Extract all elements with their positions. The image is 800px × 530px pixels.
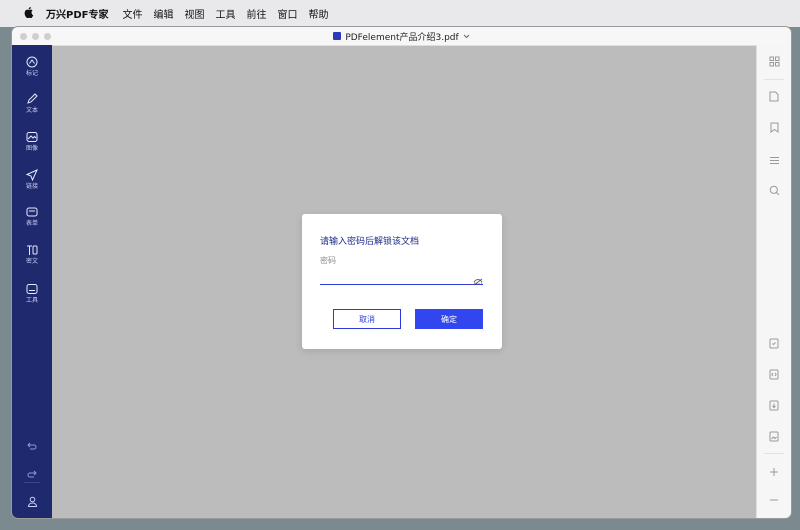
plus-icon: [769, 462, 779, 481]
confirm-button[interactable]: 确定: [415, 309, 483, 329]
tool-redact-label: 密文: [25, 258, 38, 265]
tool-form-label: 表单: [25, 220, 38, 227]
chevron-down-icon: [463, 32, 470, 41]
minus-icon: [769, 490, 779, 509]
menu-help[interactable]: 帮助: [308, 6, 328, 21]
system-menubar: 万兴PDF专家 文件 编辑 视图 工具 前往 窗口 帮助: [0, 0, 800, 27]
attachment-button[interactable]: [766, 397, 782, 413]
tool-markup-label: 标记: [25, 70, 38, 77]
outline-button[interactable]: [766, 151, 782, 167]
tool-image[interactable]: 图像: [12, 128, 52, 152]
apple-icon[interactable]: [24, 6, 40, 21]
menu-file[interactable]: 文件: [122, 6, 142, 21]
properties-icon: [769, 334, 779, 353]
redact-icon: [12, 241, 52, 255]
tool-link-label: 链接: [25, 183, 38, 190]
attachment-icon: [769, 396, 779, 415]
tool-form[interactable]: 表单: [12, 203, 52, 227]
bookmark-icon: [770, 118, 779, 137]
page-button[interactable]: [766, 88, 782, 104]
form-icon: [12, 203, 52, 217]
menu-window[interactable]: 窗口: [277, 6, 297, 21]
menu-tools[interactable]: 工具: [215, 6, 235, 21]
code-icon: [769, 365, 779, 384]
image-icon: [12, 128, 52, 142]
menu-go[interactable]: 前往: [246, 6, 266, 21]
user-icon: [27, 492, 38, 511]
sidebar-divider: [24, 482, 40, 483]
list-icon: [769, 150, 780, 169]
pencil-icon: [12, 90, 52, 104]
bookmark-button[interactable]: [766, 119, 782, 135]
tool-text[interactable]: 文本: [12, 90, 52, 114]
tool-tools[interactable]: 工具: [12, 280, 52, 304]
code-button[interactable]: [766, 366, 782, 382]
tool-redact[interactable]: 密文: [12, 241, 52, 265]
tool-image-label: 图像: [25, 145, 38, 152]
eye-off-icon[interactable]: [473, 271, 483, 286]
markup-icon: [12, 53, 52, 68]
image-panel-button[interactable]: [766, 428, 782, 444]
tool-text-label: 文本: [25, 107, 38, 114]
zoom-out-button[interactable]: [766, 491, 782, 507]
redo-button[interactable]: [12, 463, 52, 482]
zoom-in-button[interactable]: [766, 463, 782, 479]
pdf-document-icon: [333, 32, 342, 40]
tool-link[interactable]: 链接: [12, 166, 52, 190]
menu-edit[interactable]: 编辑: [153, 6, 173, 21]
picture-icon: [769, 427, 779, 446]
left-toolbar: 标记 文本 图像 链接 表单 密文 工具: [12, 45, 52, 518]
search-button[interactable]: [766, 182, 782, 198]
right-panel-bar: [756, 45, 791, 518]
page-icon: [769, 87, 779, 106]
password-label: 密码: [320, 256, 336, 265]
tool-tools-label: 工具: [25, 297, 38, 304]
search-icon: [769, 181, 780, 200]
account-button[interactable]: [12, 492, 52, 511]
tool-markup[interactable]: 标记: [12, 53, 52, 77]
properties-button[interactable]: [766, 335, 782, 351]
app-window: PDFelement产品介绍3.pdf 标记 文本 图像 链接 表单 密文 工具…: [12, 27, 791, 518]
password-dialog: 请输入密码后解锁该文档 密码 取消 确定: [302, 214, 502, 349]
right-divider: [764, 79, 784, 80]
link-icon: [12, 166, 52, 182]
undo-icon: [27, 435, 37, 454]
dialog-title: 请输入密码后解锁该文档: [320, 237, 420, 247]
app-menu[interactable]: 万兴PDF专家: [46, 6, 108, 21]
password-input[interactable]: [320, 266, 483, 285]
redo-icon: [27, 463, 37, 482]
right-divider-2: [764, 453, 784, 454]
grid-icon: [769, 52, 780, 71]
document-title-menu[interactable]: PDFelement产品介绍3.pdf: [12, 27, 791, 45]
cancel-button[interactable]: 取消: [333, 309, 401, 329]
thumbnails-button[interactable]: [766, 53, 782, 69]
undo-button[interactable]: [12, 435, 52, 454]
title-bar: PDFelement产品介绍3.pdf: [12, 27, 791, 46]
document-title: PDFelement产品介绍3.pdf: [345, 32, 459, 43]
menu-view[interactable]: 视图: [184, 6, 204, 21]
tools-icon: [12, 280, 52, 294]
